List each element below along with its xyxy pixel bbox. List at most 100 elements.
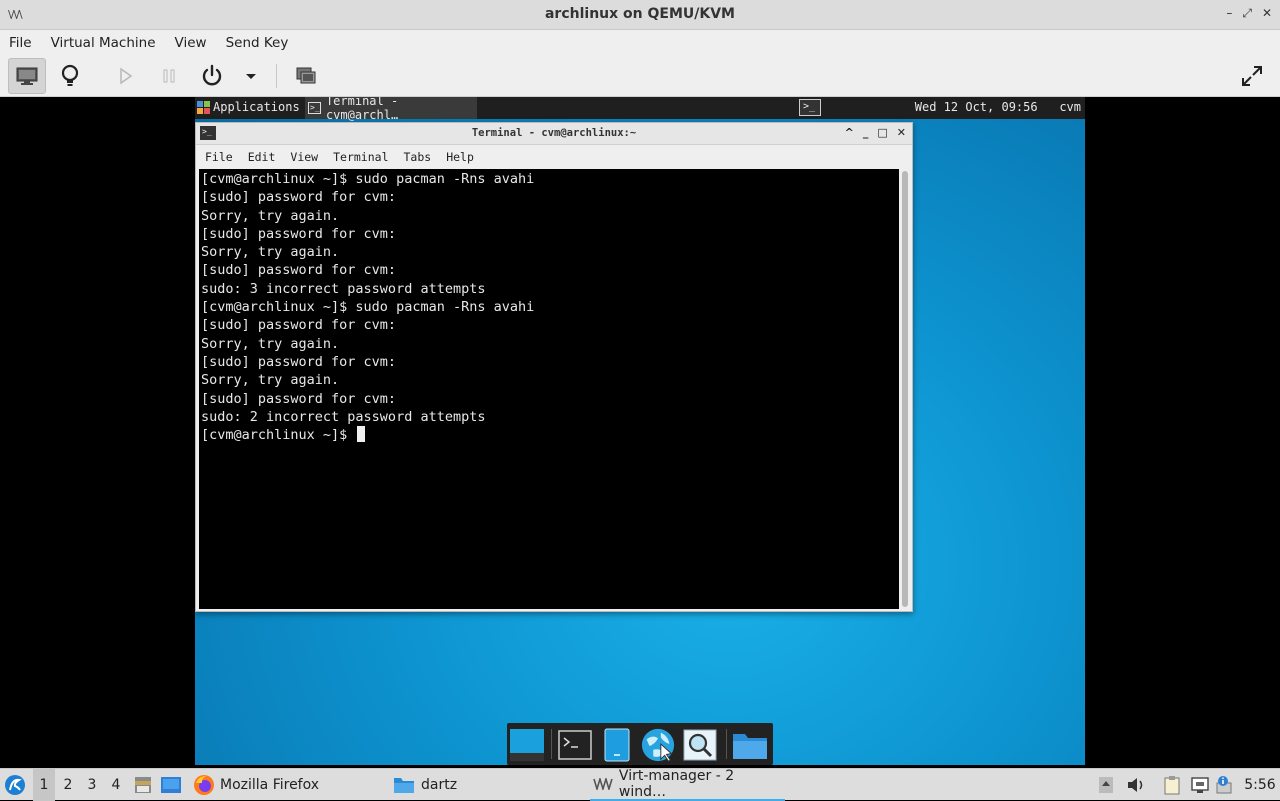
terminal-minimize-button[interactable]: _ — [863, 126, 869, 139]
workspace-3[interactable]: 3 — [81, 769, 103, 801]
desktop-icon — [510, 729, 544, 761]
terminal-output[interactable]: [cvm@archlinux ~]$ sudo pacman -Rns avah… — [199, 169, 899, 609]
screens-icon — [296, 67, 316, 84]
fullscreen-button[interactable] — [1233, 58, 1271, 94]
toolbar-separator — [276, 64, 277, 88]
guest-task-terminal[interactable]: >_ Terminal - cvm@archl… — [305, 97, 477, 122]
task-dartz[interactable]: dartz — [393, 769, 583, 801]
terminal-window[interactable]: >_ Terminal - cvm@archlinux:~ ^ _ □ ✕ Fi… — [195, 122, 913, 612]
folder-icon — [394, 778, 414, 793]
task-label: Mozilla Firefox — [220, 777, 320, 793]
terminal-menu-edit[interactable]: Edit — [248, 150, 276, 164]
minimize-button[interactable]: – — [1226, 6, 1232, 21]
terminal-cursor — [357, 426, 366, 443]
taskbar-clock[interactable]: 5:56 — [1244, 769, 1276, 801]
menu-virtual-machine[interactable]: Virtual Machine — [51, 35, 156, 51]
terminal-close-button[interactable]: ✕ — [897, 126, 906, 139]
terminal-title: Terminal - cvm@archlinux:~ — [471, 127, 637, 139]
guest-desktop[interactable]: Applications >_ Terminal - cvm@archl… >_… — [195, 97, 1085, 765]
quick-launch-files[interactable] — [133, 769, 155, 801]
task-virt-manager[interactable]: Virt-manager - 2 wind… — [590, 768, 785, 801]
applications-menu-button[interactable]: Applications — [197, 100, 300, 114]
guest-top-panel: Applications >_ Terminal - cvm@archl… >_… — [195, 97, 1085, 122]
terminal-line: [sudo] password for cvm: — [201, 262, 397, 279]
power-icon — [202, 64, 222, 86]
terminal-menubar: File Edit View Terminal Tabs Help — [196, 146, 912, 167]
desktop-icon — [161, 777, 181, 793]
network-icon — [1191, 777, 1209, 793]
maximize-button[interactable]: ⤢ — [1242, 6, 1252, 21]
terminal-titlebar[interactable]: >_ Terminal - cvm@archlinux:~ ^ _ □ ✕ — [196, 123, 912, 145]
run-button[interactable] — [107, 58, 145, 94]
dock-web-browser[interactable] — [640, 727, 676, 763]
terminal-line: [cvm@archlinux ~]$ sudo pacman -Rns avah… — [201, 299, 535, 316]
details-view-button[interactable] — [51, 58, 89, 94]
dropdown-arrow-icon — [246, 74, 256, 79]
volume-button[interactable] — [1126, 769, 1148, 801]
terminal-launcher-icon[interactable]: >_ — [799, 99, 821, 116]
terminal-menu-help[interactable]: Help — [446, 150, 474, 164]
guest-clock[interactable]: Wed 12 Oct, 09:56 cvm — [915, 100, 1081, 114]
shutdown-button[interactable] — [193, 58, 231, 94]
menu-file[interactable]: File — [9, 35, 32, 51]
terminal-menu-terminal[interactable]: Terminal — [333, 150, 388, 164]
console-view-button[interactable] — [8, 58, 46, 94]
close-button[interactable]: ✕ — [1262, 6, 1272, 21]
host-taskbar: 1 2 3 4 Mozilla Firefox dartz Virt-manag… — [0, 768, 1280, 801]
applications-icon — [197, 100, 210, 114]
terminal-line: [sudo] password for cvm: — [201, 390, 397, 407]
terminal-line: [cvm@archlinux ~]$ sudo pacman -Rns avah… — [201, 171, 535, 187]
terminal-menu-view[interactable]: View — [290, 150, 318, 164]
clipboard-icon — [1164, 776, 1180, 795]
network-button[interactable] — [1190, 769, 1212, 801]
terminal-line: Sorry, try again. — [201, 207, 340, 224]
dock-folder[interactable] — [732, 727, 768, 763]
vm-display[interactable]: Applications >_ Terminal - cvm@archl… >_… — [0, 97, 1280, 768]
guest-clock-text: Wed 12 Oct, 09:56 — [914, 100, 1038, 114]
dock-separator — [551, 729, 552, 759]
terminal-menu-file[interactable]: File — [205, 150, 233, 164]
lightbulb-icon — [61, 64, 79, 86]
quick-launch-desktop[interactable] — [160, 769, 184, 801]
terminal-line: Sorry, try again. — [201, 335, 340, 352]
menu-view[interactable]: View — [175, 35, 207, 51]
terminal-shade-button[interactable]: ^ — [845, 126, 854, 139]
task-firefox[interactable]: Mozilla Firefox — [193, 769, 388, 801]
terminal-text: [cvm@archlinux ~]$ sudo pacman -Rns avah… — [201, 170, 534, 444]
guest-user: cvm — [1059, 100, 1081, 114]
workspace-4[interactable]: 4 — [105, 769, 127, 801]
web-browser-icon — [641, 728, 675, 762]
toolbar — [0, 56, 1280, 97]
app-launcher-button[interactable] — [4, 769, 30, 801]
updates-notification-button[interactable] — [1215, 769, 1235, 801]
terminal-prompt-line: [cvm@archlinux ~]$ — [201, 426, 534, 444]
terminal-icon — [558, 730, 592, 760]
terminal-prompt: [cvm@archlinux ~]$ — [201, 427, 356, 444]
terminal-maximize-button[interactable]: □ — [877, 126, 887, 139]
info-badge-icon — [1216, 776, 1232, 794]
menubar: File Virtual Machine View Send Key — [0, 30, 1280, 56]
menu-send-key[interactable]: Send Key — [226, 35, 289, 51]
terminal-scrollbar-thumb[interactable] — [902, 171, 908, 607]
dock-terminal[interactable] — [557, 727, 593, 763]
terminal-scrollbar[interactable] — [900, 169, 910, 609]
window-title: archlinux on QEMU/KVM — [544, 6, 735, 22]
applications-label: Applications — [213, 100, 300, 114]
screenshot-button[interactable] — [287, 58, 325, 94]
dock-search[interactable] — [682, 727, 718, 763]
task-label: dartz — [421, 777, 458, 793]
guest-dock — [507, 723, 773, 765]
file-manager-icon — [604, 728, 630, 762]
dock-file-manager[interactable] — [599, 727, 635, 763]
tray-collapse-button[interactable] — [1098, 769, 1118, 801]
terminal-menu-tabs[interactable]: Tabs — [404, 150, 432, 164]
search-icon — [683, 729, 717, 761]
pause-icon — [163, 69, 175, 83]
pause-button[interactable] — [150, 58, 188, 94]
dock-show-desktop[interactable] — [509, 727, 545, 763]
shutdown-menu-button[interactable] — [234, 58, 268, 94]
folder-icon — [733, 734, 767, 759]
workspace-1[interactable]: 1 — [33, 769, 55, 801]
clipboard-button[interactable] — [1163, 769, 1185, 801]
workspace-2[interactable]: 2 — [57, 769, 79, 801]
